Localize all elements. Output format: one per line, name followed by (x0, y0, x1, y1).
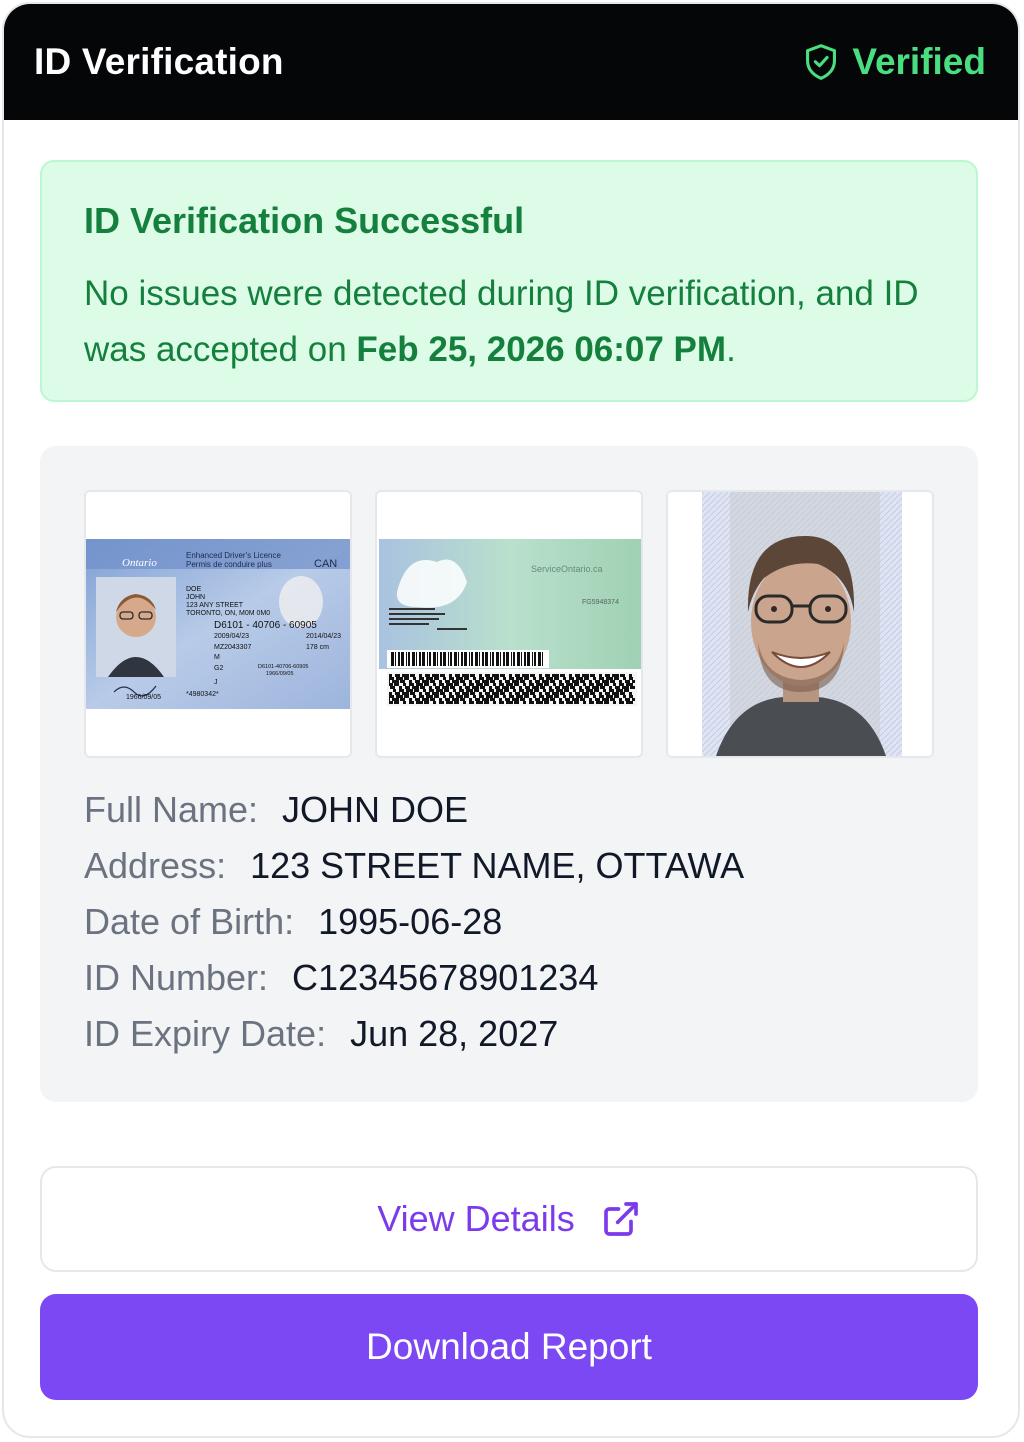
front-class: G2 (214, 665, 223, 672)
field-value: 1995-06-28 (318, 901, 503, 942)
success-title: ID Verification Successful (84, 200, 525, 241)
front-title-fr: Permis de conduire plus (186, 560, 272, 569)
field-label: Date of Birth: (84, 901, 295, 942)
card-title: ID Verification (34, 41, 284, 82)
field-label: ID Expiry Date: (84, 1013, 327, 1054)
view-details-button[interactable]: View Details (40, 1166, 978, 1272)
back-code: FG5948374 (582, 599, 619, 606)
field-id-number: ID Number: C12345678901234 (84, 950, 744, 1006)
front-rest: J (214, 679, 218, 686)
view-details-label: View Details (377, 1198, 575, 1239)
verified-badge: Verified (804, 41, 986, 83)
front-province: Ontario (122, 557, 157, 569)
front-ref-1: D6101-40706-60905 (258, 664, 308, 670)
success-banner: ID Verification Successful No issues wer… (40, 160, 978, 402)
front-dob: 1966/09/05 (126, 694, 161, 701)
front-sex: M (214, 654, 220, 661)
download-report-label: Download Report (366, 1326, 652, 1367)
field-label: ID Number: (84, 957, 269, 998)
front-ref-2: 1966/09/05 (266, 671, 294, 677)
field-value: JOHN DOE (282, 789, 469, 830)
front-address-1: 123 ANY STREET (186, 602, 244, 609)
front-height: 178 cm (306, 644, 329, 651)
verified-label: Verified (852, 41, 986, 82)
field-date-of-birth: Date of Birth: 1995-06-28 (84, 894, 744, 950)
front-surname: DOE (186, 586, 202, 593)
id-back-image: ServiceOntario.ca FG5948374 (379, 539, 641, 706)
id-back-thumbnail[interactable]: ServiceOntario.ca FG5948374 (375, 490, 643, 758)
selfie-image (702, 492, 902, 756)
field-label: Full Name: (84, 789, 259, 830)
back-brand: ServiceOntario.ca (531, 564, 603, 574)
field-label: Address: (84, 845, 227, 886)
success-text-after: . (726, 330, 736, 369)
shield-check-icon (806, 44, 837, 80)
id-details-panel: Ontario Enhanced Driver's Licence Permis… (40, 446, 978, 1102)
accepted-date: Feb 25, 2026 06:07 PM (356, 330, 727, 369)
external-link-icon (603, 1202, 638, 1236)
id-front-image: Ontario Enhanced Driver's Licence Permis… (86, 539, 350, 709)
id-fields: Full Name: JOHN DOE Address: 123 STREET NA… (84, 782, 744, 1062)
front-licence-number: D6101 - 40706 - 60905 (214, 620, 317, 631)
selfie-thumbnail[interactable] (666, 490, 934, 758)
field-full-name: Full Name: JOHN DOE (84, 782, 744, 838)
card-header: ID Verification Verified (4, 4, 1018, 120)
field-value: C12345678901234 (292, 957, 599, 998)
field-address: Address: 123 STREET NAME, OTTAWA (84, 838, 744, 894)
field-value: 123 STREET NAME, OTTAWA (250, 845, 745, 886)
front-title-en: Enhanced Driver's Licence (186, 551, 281, 560)
front-issued: 2009/04/23 (214, 633, 249, 640)
front-expiry: 2014/04/23 (306, 633, 341, 640)
front-dd: MZ2043307 (214, 644, 251, 651)
front-address-2: TORONTO, ON, M0M 0M0 (186, 610, 270, 617)
download-report-button[interactable]: Download Report (40, 1294, 978, 1400)
id-front-thumbnail[interactable]: Ontario Enhanced Driver's Licence Permis… (84, 490, 352, 758)
field-value: Jun 28, 2027 (350, 1013, 559, 1054)
front-given-name: JOHN (186, 594, 205, 601)
field-id-expiry: ID Expiry Date: Jun 28, 2027 (84, 1006, 744, 1062)
success-message: No issues were detected during ID verifi… (84, 266, 934, 378)
front-country: CAN (314, 558, 337, 570)
front-serial: *4980342* (186, 691, 219, 698)
